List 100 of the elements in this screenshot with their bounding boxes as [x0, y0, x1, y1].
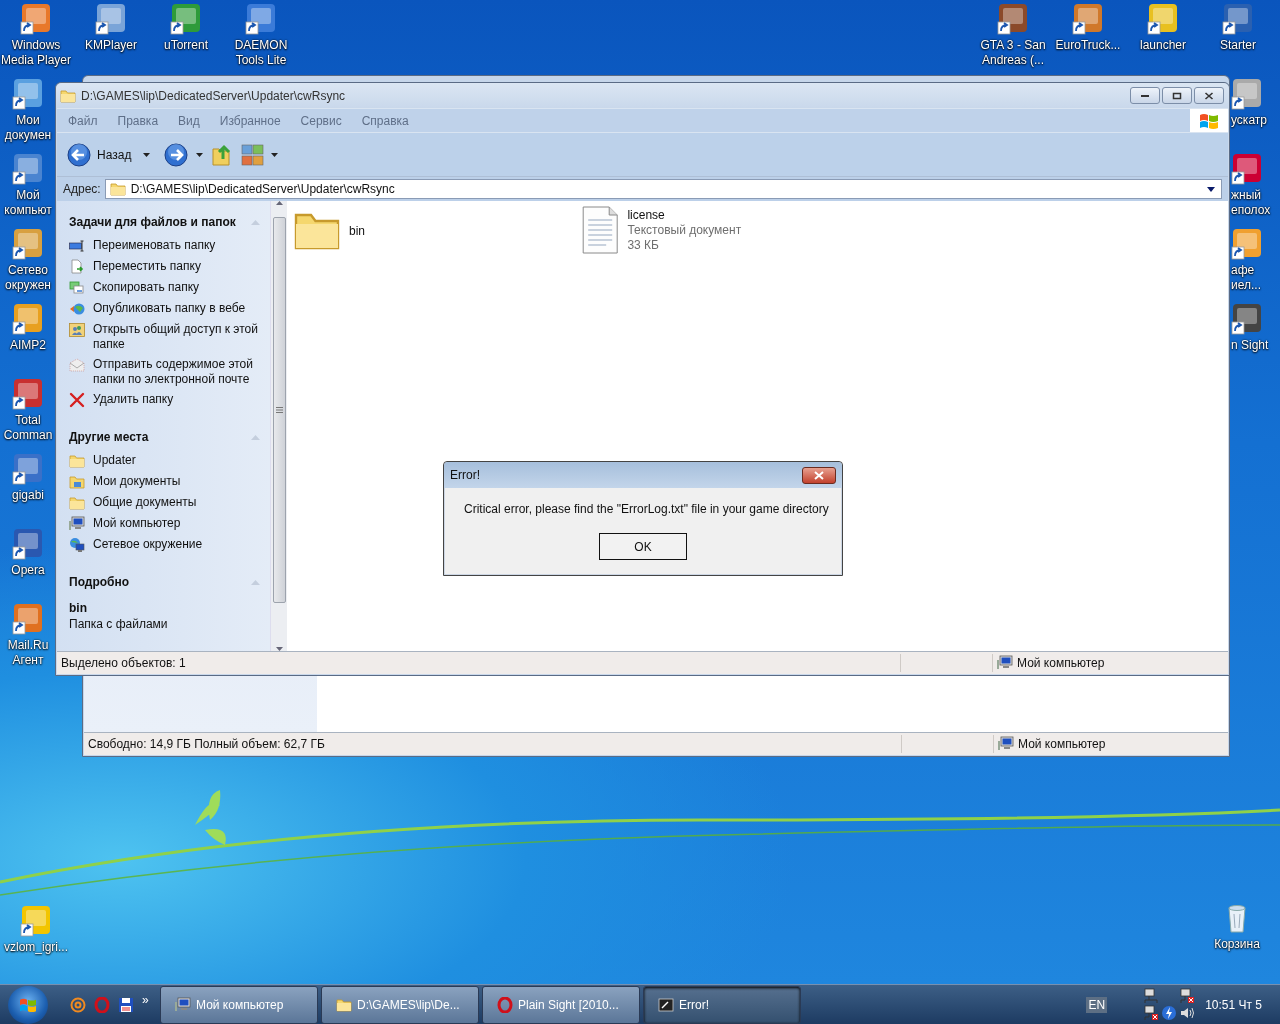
- icon-label[interactable]: gigabi: [12, 488, 44, 503]
- icon-label[interactable]: Сетево окружен: [0, 263, 56, 293]
- close-button[interactable]: [802, 466, 836, 484]
- taskbar-button[interactable]: D:\GAMES\lip\De...: [321, 985, 479, 1024]
- computer-icon: [997, 655, 1013, 671]
- back-button[interactable]: Назад: [67, 142, 132, 167]
- app-shortcut-icon[interactable]: [12, 603, 44, 635]
- taskbar-button[interactable]: Plain Sight [2010...: [482, 985, 640, 1024]
- zone-label: Мой компьютер: [1017, 656, 1105, 670]
- icon-label[interactable]: GTA 3 - San Andreas (...: [975, 38, 1051, 68]
- ring-logo-icon: [497, 996, 513, 1013]
- scrollbar[interactable]: [270, 201, 287, 651]
- start-button[interactable]: [8, 985, 48, 1024]
- icon-label[interactable]: uTorrent: [164, 38, 208, 53]
- file-name[interactable]: license: [627, 208, 742, 222]
- icon-label[interactable]: AIMP2: [10, 338, 46, 353]
- icon-label[interactable]: Mail.Ru Агент: [0, 638, 56, 668]
- app-shortcut-icon[interactable]: [12, 78, 44, 110]
- folder-icon: [60, 87, 76, 104]
- speaker-icon[interactable]: [1179, 1005, 1196, 1021]
- task-link[interactable]: Удалить папку: [93, 392, 174, 407]
- views-grid-icon: [241, 143, 266, 166]
- icon-label[interactable]: жный еполох: [1231, 188, 1280, 218]
- network-icon[interactable]: [1143, 988, 1160, 1004]
- task-link[interactable]: Мои документы: [93, 474, 181, 489]
- file-name[interactable]: bin: [349, 224, 365, 238]
- icon-label[interactable]: Starter: [1220, 38, 1256, 53]
- app-shortcut-icon[interactable]: [12, 453, 44, 485]
- icon-label[interactable]: KMPlayer: [85, 38, 137, 53]
- more-chevron[interactable]: »: [142, 992, 149, 1017]
- folder-icon: [109, 181, 126, 197]
- cross-icon: [69, 392, 85, 408]
- task-link[interactable]: Общие документы: [93, 495, 197, 510]
- app-shortcut-icon[interactable]: [1072, 3, 1104, 35]
- icon-label[interactable]: Мои докумен: [0, 113, 56, 143]
- app-shortcut-icon[interactable]: [12, 303, 44, 335]
- network-error-icon[interactable]: [1143, 1005, 1160, 1021]
- app-shortcut-icon[interactable]: [1231, 78, 1263, 110]
- app-shortcut-icon[interactable]: [1222, 3, 1254, 35]
- ok-button[interactable]: OK: [599, 533, 687, 560]
- app-shortcut-icon[interactable]: [12, 153, 44, 185]
- lightning-icon[interactable]: [1161, 1005, 1178, 1021]
- app-shortcut-icon[interactable]: [12, 528, 44, 560]
- icon-label[interactable]: DAEMON Tools Lite: [224, 38, 298, 68]
- task-link[interactable]: Скопировать папку: [93, 280, 200, 295]
- scrollbar-thumb[interactable]: [272, 217, 286, 603]
- taskbar-button[interactable]: Мой компьютер: [160, 985, 318, 1024]
- app-shortcut-icon[interactable]: [95, 3, 127, 35]
- clock[interactable]: 10:51 Чт 5: [1205, 997, 1262, 1012]
- task-link[interactable]: Открыть общий доступ к этой папке: [93, 322, 260, 352]
- computer-icon: [69, 516, 85, 532]
- minimize-icon: [1141, 94, 1149, 97]
- task-link[interactable]: Мой компьютер: [93, 516, 181, 531]
- app-shortcut-icon[interactable]: [1231, 228, 1263, 260]
- icon-label[interactable]: Windows Media Player: [0, 38, 73, 68]
- address-field[interactable]: D:\GAMES\lip\DedicatedServer\Updater\cwRsync: [104, 179, 1222, 199]
- icon-label[interactable]: Total Comman: [0, 413, 56, 443]
- icon-label[interactable]: афе иел...: [1231, 263, 1280, 293]
- app-shortcut-icon[interactable]: [170, 3, 202, 35]
- forward-button[interactable]: [164, 142, 189, 167]
- app-shortcut-icon[interactable]: [20, 3, 52, 35]
- close-button[interactable]: [1194, 87, 1224, 104]
- maximize-button[interactable]: [1162, 87, 1192, 104]
- app-shortcut-icon[interactable]: [12, 378, 44, 410]
- icon-label[interactable]: ускатр: [1231, 113, 1267, 128]
- file-size: 33 КБ: [627, 238, 660, 252]
- app-shortcut-icon[interactable]: [12, 228, 44, 260]
- caret-icon[interactable]: [271, 152, 279, 157]
- restore-icon: [1172, 90, 1182, 101]
- app-shortcut-icon[interactable]: [245, 3, 277, 35]
- folder-icon: [69, 453, 85, 469]
- taskbar-button[interactable]: Error!: [643, 985, 801, 1024]
- status-text: Выделено объектов: 1: [60, 656, 187, 670]
- flag-logo-icon: [19, 996, 37, 1013]
- app-window-icon: [658, 996, 674, 1013]
- language-indicator[interactable]: EN: [1086, 996, 1108, 1013]
- icon-label[interactable]: launcher: [1140, 38, 1186, 53]
- task-link[interactable]: Переименовать папку: [93, 238, 216, 253]
- app-shortcut-icon[interactable]: [1231, 153, 1263, 185]
- minimize-button[interactable]: [1130, 87, 1160, 104]
- task-link[interactable]: Опубликовать папку в вебе: [93, 301, 246, 316]
- dropdown-caret-icon[interactable]: [1207, 186, 1215, 192]
- task-link[interactable]: Отправить содержимое этой папки по электронной почте: [93, 357, 260, 387]
- caret-icon[interactable]: [143, 152, 151, 157]
- app-shortcut-icon[interactable]: [1147, 3, 1179, 35]
- network-error-icon[interactable]: [1179, 988, 1196, 1004]
- icon-label[interactable]: Opera: [11, 563, 45, 578]
- at-sign-icon[interactable]: [70, 996, 86, 1013]
- icon-label[interactable]: Мой компьют: [0, 188, 56, 218]
- app-shortcut-icon[interactable]: [1231, 303, 1263, 335]
- caret-icon[interactable]: [196, 152, 204, 157]
- task-link[interactable]: Сетевое окружение: [93, 537, 203, 552]
- task-link[interactable]: Переместить папку: [93, 259, 201, 274]
- task-link[interactable]: Updater: [93, 453, 136, 468]
- icon-label[interactable]: EuroTruck...: [1055, 38, 1121, 53]
- icon-label[interactable]: n Sight: [1231, 338, 1269, 353]
- close-icon: [814, 470, 824, 480]
- app-shortcut-icon[interactable]: [997, 3, 1029, 35]
- icon-label[interactable]: Корзина: [1214, 937, 1260, 952]
- ring-logo-icon: [94, 996, 110, 1013]
